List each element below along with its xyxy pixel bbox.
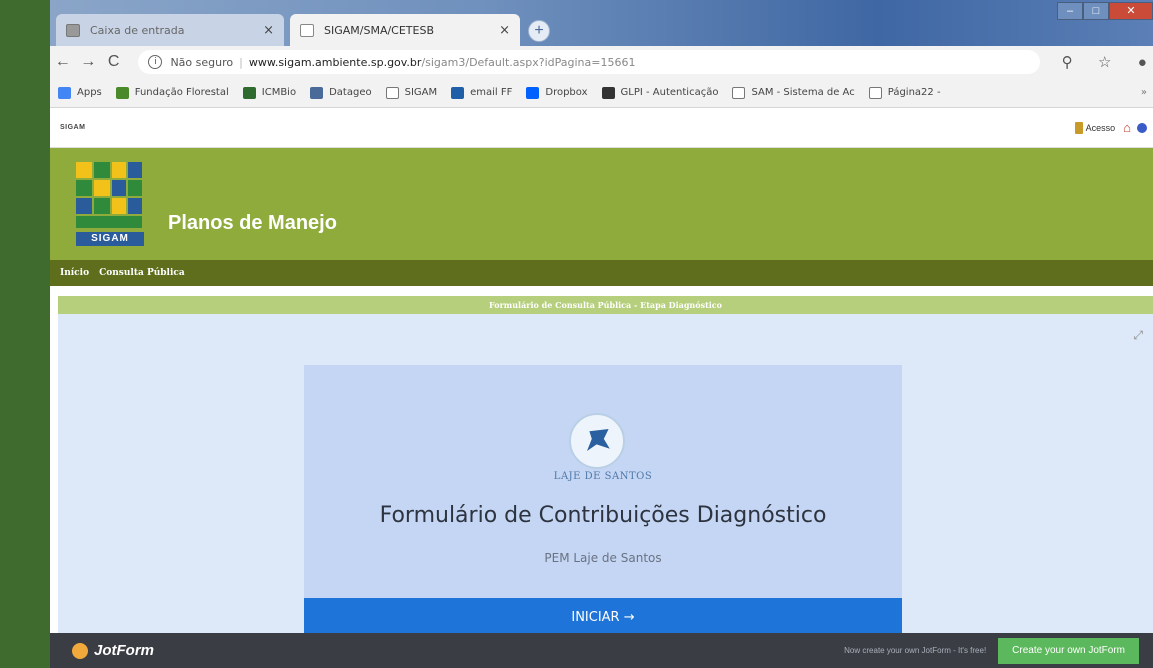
back-icon[interactable]: ←: [50, 53, 75, 71]
nav-inicio[interactable]: Início: [60, 268, 89, 278]
profile-icon[interactable]: ●: [1131, 54, 1153, 71]
tab-strip: Caixa de entrada × SIGAM/SMA/CETESB × + …: [50, 0, 1153, 46]
bookmark-label: ICMBio: [261, 87, 297, 98]
bookmark-dropbox[interactable]: Dropbox: [526, 86, 588, 99]
org-name: LAJE DE SANTOS: [553, 471, 653, 482]
tab-sigam[interactable]: SIGAM/SMA/CETESB ×: [290, 14, 520, 46]
bookmark-fundacao-florestal[interactable]: Fundação Florestal: [115, 86, 229, 99]
browser-window: Caixa de entrada × SIGAM/SMA/CETESB × + …: [50, 0, 1153, 668]
datageo-icon: [310, 86, 324, 99]
close-window-button[interactable]: ✕: [1109, 2, 1153, 20]
bookmark-glpi[interactable]: GLPI - Autenticação: [601, 86, 719, 99]
bookmark-label: Fundação Florestal: [134, 87, 229, 98]
bookmarks-bar: Apps Fundação Florestal ICMBio Datageo S…: [50, 78, 1153, 108]
glpi-icon: [601, 86, 615, 99]
minimize-button[interactable]: –: [1057, 2, 1083, 20]
tab-label: Caixa de entrada: [90, 23, 185, 37]
acesso-link[interactable]: Acesso ⌂: [1074, 120, 1147, 135]
nav-consulta-publica[interactable]: Consulta Pública: [99, 268, 185, 278]
bookmark-label: Apps: [77, 87, 102, 98]
panel-title: Formulário de Consulta Pública - Etapa D…: [58, 296, 1153, 314]
url-host: www.sigam.ambiente.sp.gov.br: [248, 55, 422, 69]
form-title: Formulário de Contribuições Diagnóstico: [379, 503, 827, 528]
url-path: /sigam3/Default.aspx?idPagina=15661: [421, 55, 636, 69]
site-nav: Início Consulta Pública: [50, 260, 1153, 286]
bookmark-pagina22[interactable]: Página22 -: [868, 86, 941, 99]
bookmark-sigam[interactable]: SIGAM: [385, 86, 438, 99]
tab-inbox[interactable]: Caixa de entrada ×: [56, 14, 284, 46]
bookmark-label: GLPI - Autenticação: [620, 87, 719, 98]
close-tab-icon[interactable]: ×: [263, 23, 274, 38]
bookmark-datageo[interactable]: Datageo: [310, 86, 372, 99]
address-bar: ← → C i Não seguro | www.sigam.ambiente.…: [50, 46, 1153, 78]
forward-icon[interactable]: →: [75, 53, 100, 71]
form-card: LAJE DE SANTOS Formulário de Contribuiçõ…: [304, 365, 902, 635]
bookmark-sam[interactable]: SAM - Sistema de Ac: [732, 86, 855, 99]
new-tab-button[interactable]: +: [528, 20, 550, 42]
site-strip-label: SIGAM: [60, 124, 86, 131]
dropbox-icon: [526, 86, 540, 99]
zoom-icon[interactable]: ⚲: [1056, 53, 1078, 71]
security-label: Não seguro: [170, 55, 234, 69]
url-separator: |: [239, 55, 243, 69]
email-icon: [451, 86, 465, 99]
bookmark-apps[interactable]: Apps: [58, 86, 102, 99]
acesso-icon: [1074, 121, 1083, 134]
sigam-logo[interactable]: SIGAM: [76, 162, 144, 246]
tab-label: SIGAM/SMA/CETESB: [324, 23, 435, 37]
bookmark-label: Página22 -: [887, 87, 941, 98]
jotform-bar: JotForm Now create your own JotForm - It…: [50, 633, 1153, 668]
start-button[interactable]: INICIAR →: [304, 598, 902, 635]
logo-text: SIGAM: [76, 232, 144, 246]
bookmark-label: email FF: [470, 87, 513, 98]
site-title: Planos de Manejo: [168, 212, 337, 234]
jotform-promo: Now create your own JotForm - It's free!: [844, 646, 987, 655]
laje-de-santos-seal: [569, 413, 625, 469]
main-content: Formulário de Consulta Pública - Etapa D…: [50, 286, 1153, 668]
page-icon: [732, 86, 746, 99]
bookmark-label: SAM - Sistema de Ac: [751, 87, 855, 98]
acesso-label: Acesso: [1085, 122, 1116, 133]
icmbio-icon: [242, 86, 256, 99]
bookmark-label: Dropbox: [545, 87, 588, 98]
bookmark-email-ff[interactable]: email FF: [451, 86, 513, 99]
site-top-strip: SIGAM Acesso ⌂: [50, 108, 1153, 148]
close-tab-icon[interactable]: ×: [499, 23, 510, 38]
bookmark-label: Datageo: [329, 87, 372, 98]
bookmark-label: SIGAM: [404, 87, 438, 98]
star-icon[interactable]: ☆: [1094, 53, 1116, 71]
create-jotform-button[interactable]: Create your own JotForm: [998, 637, 1139, 664]
more-bookmarks-icon[interactable]: »: [1141, 87, 1147, 98]
jotform-brand: JotForm: [94, 642, 154, 659]
form-panel: ⤢ LAJE DE SANTOS Formulário de Contribui…: [58, 314, 1153, 668]
url-input[interactable]: i Não seguro | www.sigam.ambiente.sp.gov…: [138, 50, 1041, 74]
page-icon: [300, 23, 314, 37]
reload-icon[interactable]: C: [101, 53, 126, 71]
page-icon: [868, 86, 882, 99]
tree-icon: [115, 86, 129, 99]
window-controls: – □ ✕: [1057, 2, 1153, 20]
mail-icon: [66, 23, 80, 37]
page-icon: [385, 86, 399, 99]
info-icon[interactable]: i: [148, 55, 163, 69]
expand-icon[interactable]: ⤢: [1133, 328, 1143, 343]
apps-icon: [58, 86, 71, 99]
bookmark-icmbio[interactable]: ICMBio: [242, 86, 297, 99]
jotform-icon: [72, 642, 88, 659]
manta-ray-icon: [587, 429, 610, 451]
home-icon[interactable]: ⌂: [1123, 120, 1131, 135]
form-subtitle: PEM Laje de Santos: [544, 551, 662, 565]
site-header: SIGAM Planos de Manejo: [50, 148, 1153, 260]
maximize-button[interactable]: □: [1083, 2, 1109, 20]
globe-icon[interactable]: [1137, 122, 1147, 133]
jotform-logo[interactable]: JotForm: [72, 642, 154, 659]
